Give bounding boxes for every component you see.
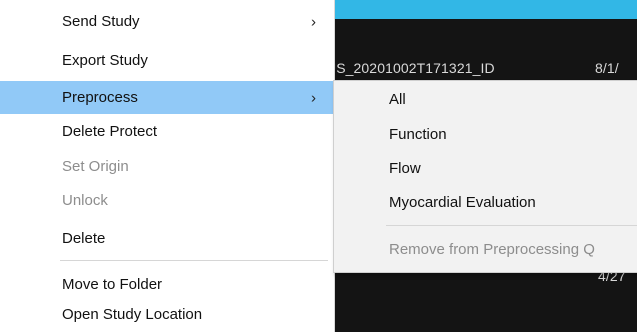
- menu-item-delete-protect[interactable]: Delete Protect: [0, 115, 335, 148]
- submenu-item-label: Flow: [389, 160, 421, 177]
- menu-item-export-study[interactable]: Export Study: [0, 44, 335, 77]
- menu-item-move-to-folder[interactable]: Move to Folder: [0, 268, 335, 301]
- submenu-item-label: Remove from Preprocessing Q: [389, 241, 595, 258]
- menu-item-send-study[interactable]: Send Study ›: [0, 5, 335, 38]
- screen: US_20201002T171321_ID 8/1/ 4/27 Send Stu…: [0, 0, 637, 332]
- context-menu: Send Study › Export Study Preprocess › D…: [0, 0, 335, 332]
- submenu-item-label: Function: [389, 126, 447, 143]
- menu-item-set-origin[interactable]: Set Origin: [0, 150, 335, 183]
- menu-item-open-study-location[interactable]: Open Study Location: [0, 298, 335, 331]
- submenu-item-flow[interactable]: Flow: [334, 152, 637, 185]
- menu-item-delete[interactable]: Delete: [0, 222, 335, 255]
- menu-item-label: Delete Protect: [62, 123, 158, 140]
- menu-item-label: Send Study: [62, 13, 140, 30]
- menu-item-label: Unlock: [62, 192, 108, 209]
- selected-study-row[interactable]: [320, 0, 637, 19]
- submenu-item-remove-from-preprocessing-queue[interactable]: Remove from Preprocessing Q: [334, 233, 637, 266]
- menu-item-label: Set Origin: [62, 158, 129, 175]
- menu-item-preprocess[interactable]: Preprocess ›: [0, 81, 335, 114]
- menu-item-unlock[interactable]: Unlock: [0, 184, 335, 217]
- study-date: 8/1/: [595, 60, 619, 76]
- submenu-item-function[interactable]: Function: [334, 118, 637, 151]
- submenu-item-all[interactable]: All: [334, 83, 637, 116]
- chevron-right-icon: ›: [311, 13, 316, 30]
- submenu-item-label: All: [389, 91, 406, 108]
- menu-item-label: Preprocess: [62, 89, 138, 106]
- preprocess-submenu: All Function Flow Myocardial Evaluation …: [333, 80, 637, 273]
- submenu-item-myocardial-evaluation[interactable]: Myocardial Evaluation: [334, 186, 637, 219]
- menu-item-label: Delete: [62, 230, 106, 247]
- menu-separator: [60, 260, 328, 261]
- menu-item-label: Open Study Location: [62, 306, 203, 323]
- menu-item-label: Move to Folder: [62, 276, 163, 293]
- menu-item-label: Export Study: [62, 52, 148, 69]
- study-name: US_20201002T171321_ID: [326, 60, 495, 76]
- submenu-separator: [386, 225, 637, 226]
- chevron-right-icon: ›: [311, 89, 316, 106]
- submenu-item-label: Myocardial Evaluation: [389, 194, 536, 211]
